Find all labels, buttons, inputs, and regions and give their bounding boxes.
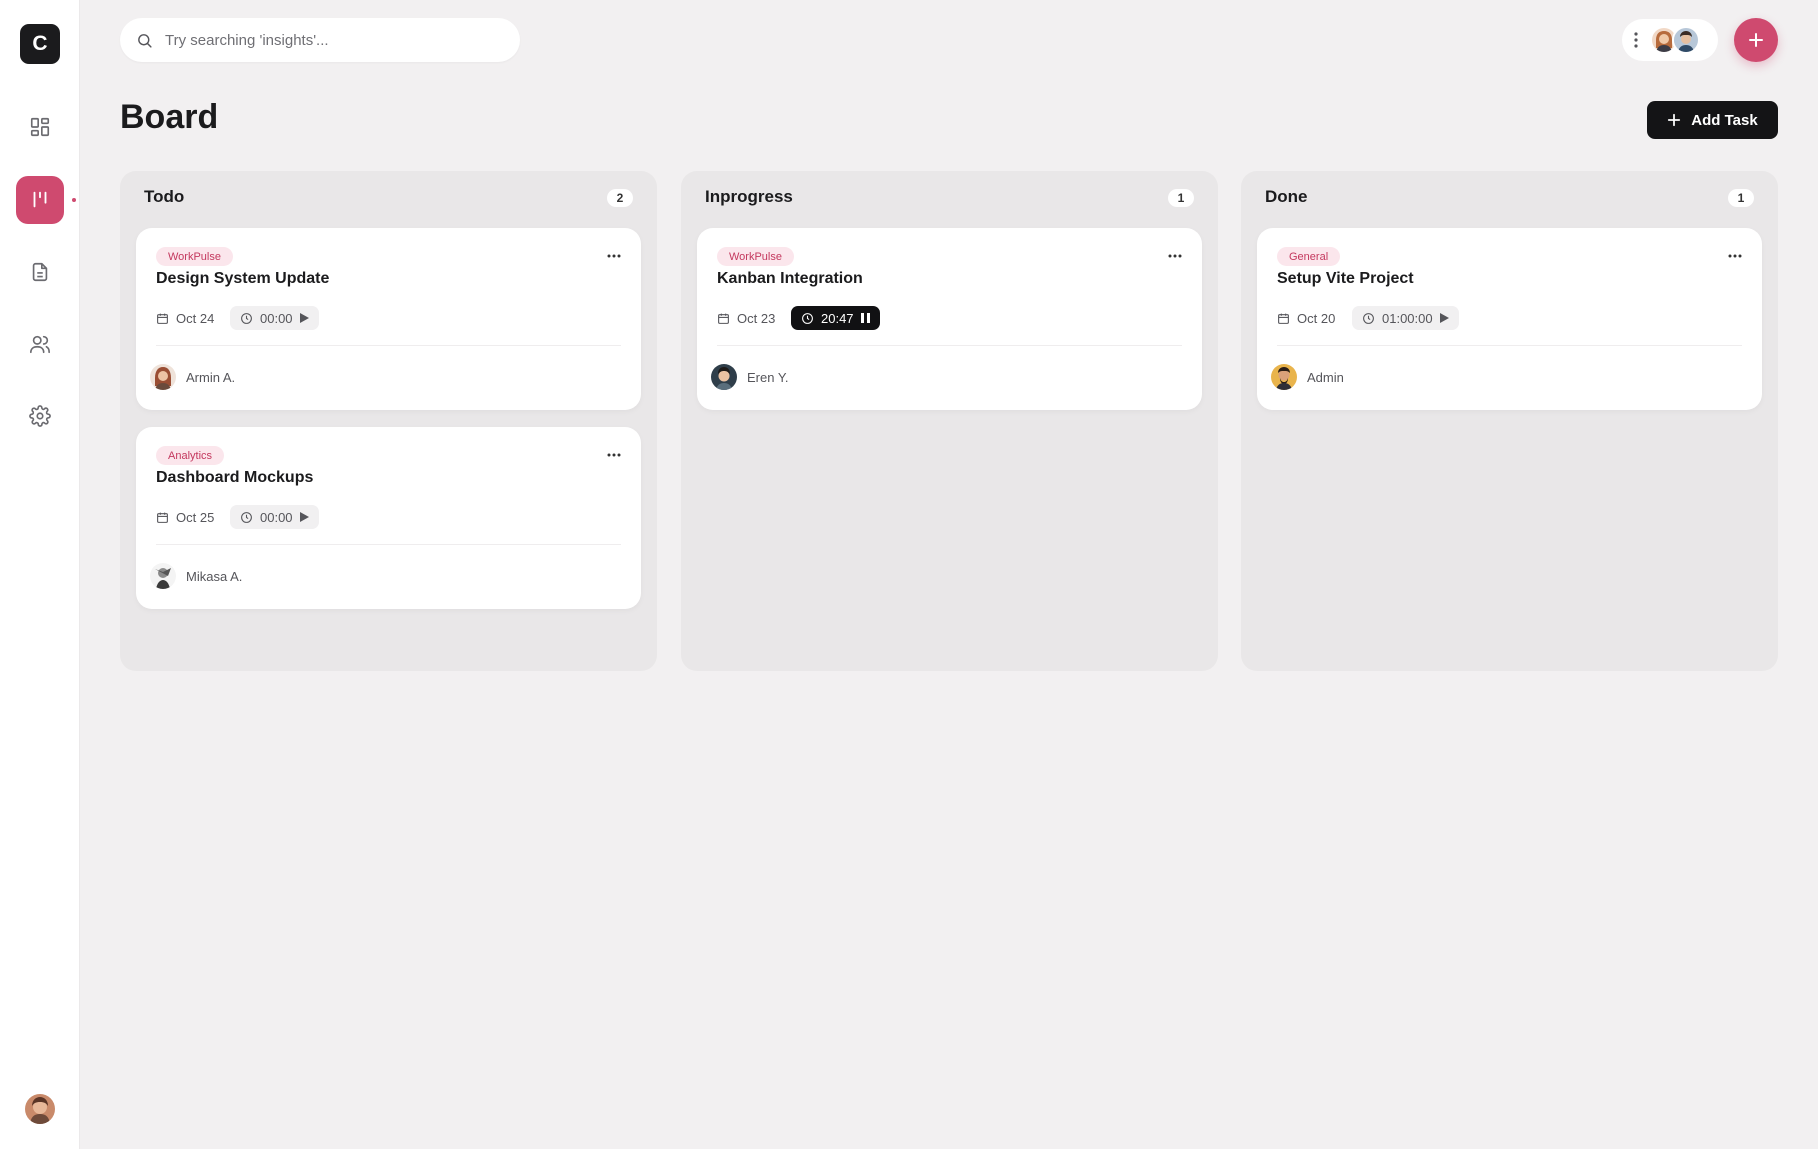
more-vertical-icon[interactable] (1634, 32, 1638, 48)
column-inprogress: Inprogress 1 WorkPulse Kanban Integratio… (681, 171, 1218, 671)
column-done: Done 1 General Setup Vite Project Oct 20… (1241, 171, 1778, 671)
column-title: Done (1265, 187, 1308, 206)
pause-icon[interactable] (860, 313, 870, 323)
task-title: Dashboard Mockups (156, 469, 314, 486)
assignee-name: Admin (1307, 369, 1344, 385)
due-date: Oct 25 (156, 510, 214, 525)
task-card[interactable]: WorkPulse Kanban Integration Oct 23 20:4… (697, 228, 1202, 410)
task-card[interactable]: WorkPulse Design System Update Oct 24 00… (136, 228, 641, 410)
page-title: Board (120, 98, 219, 136)
sidebar-item-settings[interactable] (16, 392, 64, 440)
assignee: Admin (1271, 364, 1344, 390)
time-tracker[interactable]: 01:00:00 (1352, 306, 1459, 330)
plus-icon (1749, 33, 1763, 47)
sidebar-item-documents[interactable] (16, 248, 64, 296)
users-icon (30, 335, 50, 354)
active-indicator (72, 198, 76, 202)
project-tag: WorkPulse (717, 247, 794, 266)
column-title: Inprogress (705, 187, 793, 206)
play-icon[interactable] (299, 313, 309, 323)
search-icon (138, 33, 152, 48)
timer-value: 00:00 (260, 310, 293, 326)
kanban-icon (33, 191, 47, 208)
column-title: Todo (144, 187, 185, 206)
due-date-text: Oct 20 (1297, 311, 1336, 326)
team-avatar[interactable] (1672, 26, 1700, 54)
card-divider (1277, 345, 1742, 346)
sidebar-item-dashboard[interactable] (16, 103, 64, 151)
project-tag: WorkPulse (156, 247, 233, 266)
card-divider (156, 544, 621, 545)
due-date-text: Oct 24 (176, 311, 215, 326)
sidebar-item-team[interactable] (16, 320, 64, 368)
more-horizontal-icon[interactable] (607, 254, 621, 258)
time-tracker[interactable]: 20:47 (791, 306, 880, 330)
timer-value: 00:00 (260, 509, 293, 525)
assignee: Mikasa A. (150, 563, 242, 589)
logo-letter: C (32, 32, 48, 55)
task-card[interactable]: Analytics Dashboard Mockups Oct 25 00:00… (136, 427, 641, 609)
time-tracker[interactable]: 00:00 (230, 306, 319, 330)
project-tag: Analytics (156, 446, 225, 465)
search-bar[interactable] (120, 18, 520, 62)
add-task-button[interactable]: Add Task (1647, 101, 1778, 139)
column-count-badge: 1 (1728, 189, 1754, 207)
due-date-text: Oct 25 (176, 510, 215, 525)
team-members[interactable] (1622, 19, 1718, 61)
due-date: Oct 24 (156, 311, 214, 326)
current-user-avatar[interactable] (25, 1094, 55, 1124)
assignee: Eren Y. (711, 364, 788, 390)
clock-icon (241, 511, 252, 523)
task-card[interactable]: General Setup Vite Project Oct 20 01:00:… (1257, 228, 1762, 410)
time-tracker[interactable]: 00:00 (230, 505, 319, 529)
calendar-icon (157, 512, 168, 523)
project-tag: General (1277, 247, 1341, 266)
more-horizontal-icon[interactable] (1728, 254, 1742, 258)
search-input[interactable] (165, 31, 495, 49)
column-count-badge: 2 (607, 189, 633, 207)
assignee-avatar (150, 563, 176, 589)
task-title: Setup Vite Project (1277, 270, 1414, 287)
column-count-badge: 1 (1168, 189, 1194, 207)
plus-icon (1668, 113, 1681, 127)
card-divider (717, 345, 1182, 346)
assignee-avatar (711, 364, 737, 390)
add-task-label: Add Task (1691, 111, 1758, 129)
task-title: Kanban Integration (717, 270, 863, 287)
due-date: Oct 20 (1277, 311, 1335, 326)
app-logo[interactable]: C (20, 24, 60, 64)
sidebar-item-board[interactable] (16, 176, 64, 224)
sidebar: C (0, 0, 80, 1149)
assignee: Armin A. (150, 364, 235, 390)
more-horizontal-icon[interactable] (607, 453, 621, 457)
timer-value: 20:47 (821, 310, 854, 326)
column-todo: Todo 2 WorkPulse Design System Update Oc… (120, 171, 657, 671)
grid-icon (30, 117, 50, 137)
assignee-avatar (150, 364, 176, 390)
calendar-icon (157, 313, 168, 324)
due-date-text: Oct 23 (737, 311, 776, 326)
play-icon[interactable] (1439, 313, 1449, 323)
card-divider (156, 345, 621, 346)
due-date: Oct 23 (717, 311, 775, 326)
assignee-avatar (1271, 364, 1297, 390)
clock-icon (802, 312, 813, 324)
task-title: Design System Update (156, 270, 330, 287)
clock-icon (1363, 312, 1374, 324)
clock-icon (241, 312, 252, 324)
assignee-name: Mikasa A. (186, 568, 243, 584)
timer-value: 01:00:00 (1382, 310, 1433, 326)
play-icon[interactable] (299, 512, 309, 522)
create-button[interactable] (1734, 18, 1778, 62)
calendar-icon (718, 313, 729, 324)
gear-icon (29, 405, 51, 427)
assignee-name: Eren Y. (747, 369, 789, 385)
more-horizontal-icon[interactable] (1168, 254, 1182, 258)
assignee-name: Armin A. (186, 369, 236, 385)
document-icon (32, 262, 48, 282)
calendar-icon (1278, 313, 1289, 324)
